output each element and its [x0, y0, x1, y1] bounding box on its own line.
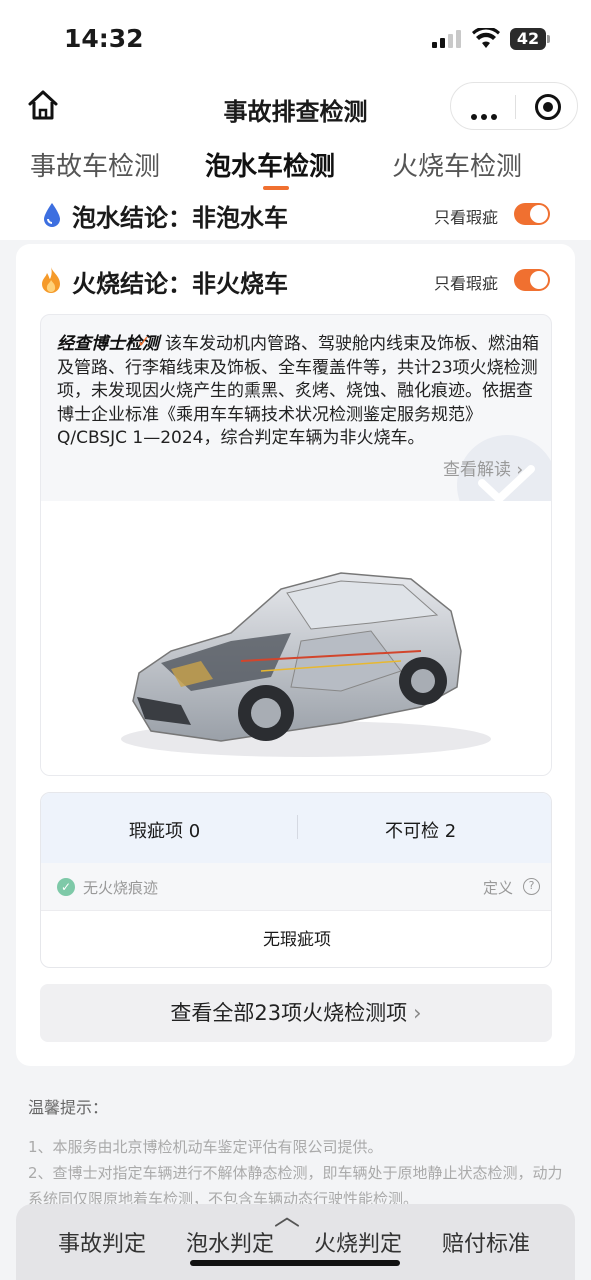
stats-header: 瑕疵项 0 不可检 2 [41, 793, 551, 863]
bottom-nav: ︿ 事故判定 泡水判定 火烧判定 赔付标准 [16, 1202, 575, 1280]
more-icon[interactable] [471, 105, 501, 124]
bottom-nav-fire[interactable]: 火烧判定 [314, 1226, 402, 1258]
defect-count[interactable]: 瑕疵项 0 [129, 817, 200, 843]
flood-conclusion-row: 泡水结论：非泡水车 只看瑕疵 [0, 192, 591, 240]
home-indicator [190, 1260, 400, 1266]
tips-title: 温馨提示： [28, 1098, 109, 1117]
car-cutaway-image [41, 501, 551, 775]
chevron-right-icon: › [413, 1001, 422, 1025]
fire-filter-toggle[interactable] [514, 269, 550, 291]
tab-accident[interactable]: 事故车检测 [30, 146, 160, 183]
fire-conclusion: 火烧结论：非火烧车 [72, 270, 288, 298]
fire-report-box: 经查博士检测 ✓ 该车发动机内管路、驾驶舱内线束及饰板、燃油箱及管路、行李箱线束及饰… [40, 314, 552, 776]
stats-divider [297, 815, 298, 839]
flame-icon [42, 267, 60, 293]
bottom-nav-accident[interactable]: 事故判定 [58, 1226, 146, 1258]
wifi-icon [472, 28, 500, 48]
uncheckable-count[interactable]: 不可检 2 [385, 817, 456, 843]
tab-flood[interactable]: 泡水车检测 [205, 146, 335, 183]
tip-item: 1、本服务由北京博检机动车鉴定评估有限公司提供。 [28, 1138, 383, 1156]
report-summary: 经查博士检测 ✓ 该车发动机内管路、驾驶舱内线束及饰板、燃油箱及管路、行李箱线束及饰… [57, 332, 539, 451]
flood-conclusion: 泡水结论：非泡水车 [72, 204, 288, 232]
bottom-nav-compensation[interactable]: 赔付标准 [442, 1226, 530, 1258]
brand-check-icon: ✓ [137, 332, 151, 351]
tab-fire[interactable]: 火烧车检测 [392, 146, 522, 183]
battery-icon: 42 [510, 28, 550, 50]
cellular-signal-icon [432, 30, 462, 48]
report-brand: 经查博士检测 ✓ [57, 332, 159, 354]
no-fire-trace-row: ✓ 无火烧痕迹 定义 ? [41, 863, 551, 911]
inspection-stats: 瑕疵项 0 不可检 2 ✓ 无火烧痕迹 定义 ? 无瑕疵项 [40, 792, 552, 968]
tab-bar: 事故车检测 泡水车检测 火烧车检测 [0, 140, 591, 192]
bottom-nav-flood[interactable]: 泡水判定 [186, 1226, 274, 1258]
fire-filter-label: 只看瑕疵 [434, 274, 499, 293]
no-defect-text: 无瑕疵项 [263, 930, 331, 950]
check-circle-icon: ✓ [57, 878, 75, 896]
close-miniapp-icon[interactable] [535, 94, 561, 120]
question-icon[interactable]: ? [523, 878, 540, 895]
definition-link[interactable]: 定义 [483, 877, 513, 898]
fire-result-card: 火烧结论：非火烧车 只看瑕疵 经查博士检测 ✓ 该车发动机内管路、驾驶舱内线束及饰板… [16, 244, 575, 1066]
miniapp-capsule [450, 82, 578, 130]
water-drop-icon [44, 203, 60, 227]
view-interpretation-link[interactable]: 查看解读 › [443, 455, 523, 480]
capsule-divider [515, 95, 516, 119]
chevron-up-icon[interactable]: ︿ [274, 1196, 300, 1233]
flood-filter-toggle[interactable] [514, 203, 550, 225]
nav-bar: 事故排查检测 [0, 78, 591, 140]
flood-filter-label: 只看瑕疵 [434, 208, 499, 227]
status-time: 14:32 [64, 24, 144, 53]
view-all-fire-items-button[interactable]: 查看全部23项火烧检测项 › [40, 984, 552, 1042]
status-bar: 14:32 42 [0, 0, 591, 78]
no-fire-trace-label: 无火烧痕迹 [83, 879, 159, 897]
active-tab-indicator [263, 186, 289, 190]
